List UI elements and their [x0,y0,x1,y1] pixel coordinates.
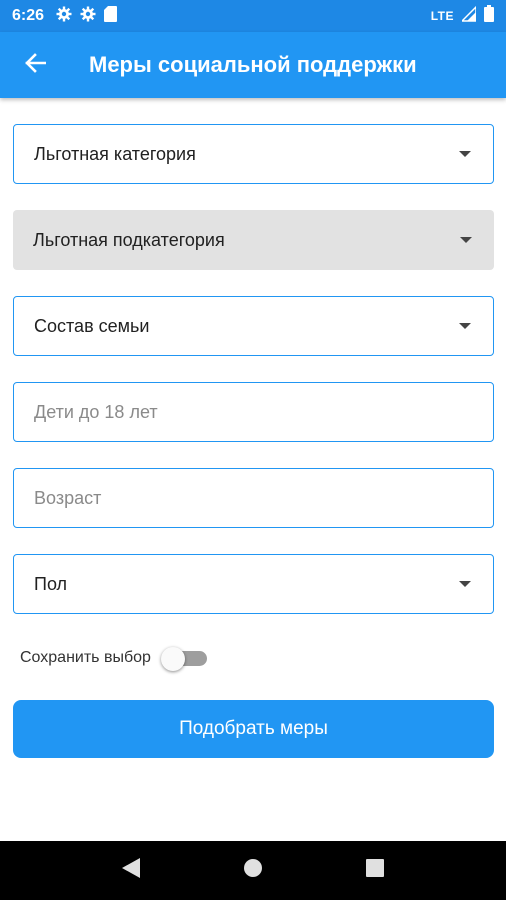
battery-icon [484,5,494,27]
family-composition-label: Состав семьи [34,315,150,336]
save-choice-row: Сохранить выбор [20,643,207,673]
dropdown-arrow-icon [459,323,471,329]
back-triangle-icon [121,857,141,884]
dropdown-arrow-icon [459,581,471,587]
page-title: Меры социальной поддержки [89,52,417,77]
network-type: LTE [430,9,454,23]
signal-icon [460,4,477,27]
back-button[interactable] [0,32,70,98]
gender-label: Пол [34,573,68,594]
status-time: 6:26 [12,7,45,24]
children-under-18-input[interactable] [34,401,473,423]
family-composition-dropdown[interactable]: Состав семьи [13,296,494,356]
save-choice-toggle[interactable] [160,644,207,672]
arrow-left-icon [24,52,47,78]
status-right: LTE [430,4,494,27]
recents-square-icon [366,859,384,882]
toggle-thumb [160,647,185,671]
nav-home-button[interactable] [233,851,273,891]
screen: 6:26 LTE Меры социальной поддержки Льгот… [0,0,506,900]
save-choice-label: Сохранить выбор [20,649,151,666]
benefit-subcategory-dropdown[interactable]: Льготная подкатегория [13,210,494,270]
sd-card-icon [104,5,118,27]
children-under-18-field[interactable] [13,382,494,442]
age-field[interactable] [13,468,494,528]
app-bar: Меры социальной поддержки [0,32,506,98]
home-circle-icon [243,858,263,883]
settings-icon [56,6,72,27]
status-left-icons [56,5,118,27]
nav-recents-button[interactable] [355,851,395,891]
nav-back-button[interactable] [111,851,151,891]
settings-icon [80,6,96,27]
system-nav-bar [0,841,506,900]
benefit-subcategory-label: Льготная подкатегория [33,229,225,250]
status-bar: 6:26 LTE [0,0,506,32]
age-input[interactable] [34,487,473,509]
dropdown-arrow-icon [460,237,472,243]
find-measures-button[interactable]: Подобрать меры [13,700,494,758]
benefit-category-label: Льготная категория [34,143,196,164]
dropdown-arrow-icon [459,151,471,157]
benefit-category-dropdown[interactable]: Льготная категория [13,124,494,184]
gender-dropdown[interactable]: Пол [13,554,494,614]
